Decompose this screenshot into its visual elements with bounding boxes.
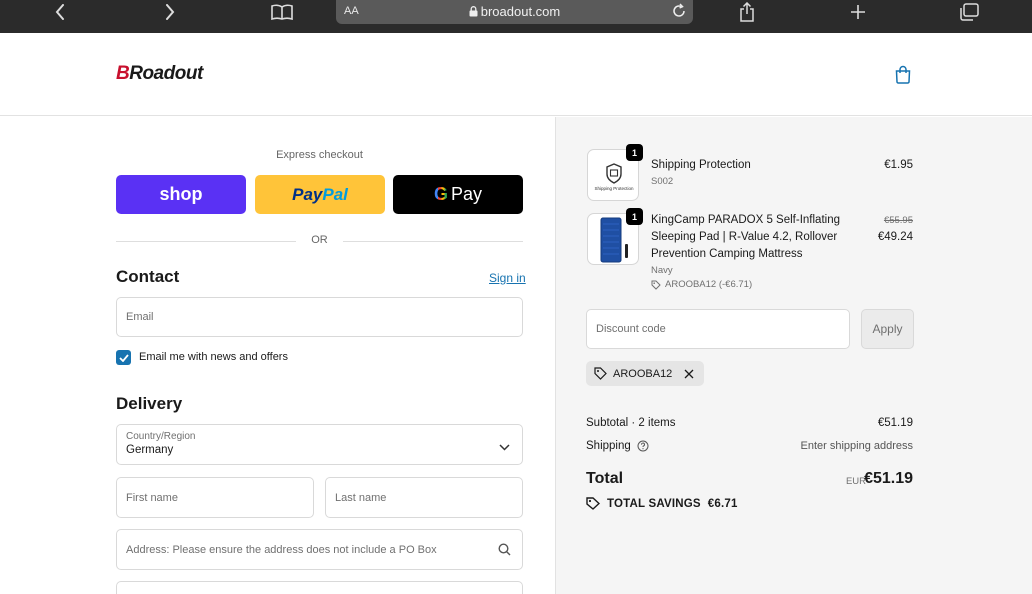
sign-in-link[interactable]: Sign in (489, 271, 526, 285)
chevron-right-icon[interactable] (160, 0, 180, 24)
thumb-caption: Shipping Protection (594, 186, 634, 191)
apartment-field[interactable] (116, 581, 523, 594)
express-checkout-label: Express checkout (276, 149, 363, 161)
share-icon[interactable] (737, 0, 757, 24)
chevron-left-icon[interactable] (50, 0, 70, 24)
total-label: Total (586, 470, 624, 487)
tag-icon (586, 497, 600, 510)
store-logo[interactable]: BRoadout (116, 63, 203, 85)
browser-toolbar: AA broadout.com (0, 0, 1032, 33)
plus-icon[interactable] (848, 0, 868, 24)
first-name-field[interactable]: First name (116, 477, 314, 518)
item-discount: AROOBA12 (-€6.71) (651, 279, 752, 290)
google-pay-button[interactable]: G Pay (393, 175, 523, 214)
divider-line-right (343, 241, 523, 242)
shipping-row: Shipping (586, 440, 649, 452)
logo-text: Roadout (129, 63, 203, 84)
newsletter-checkbox[interactable] (116, 350, 131, 365)
store-header: BRoadout (0, 33, 1032, 116)
quantity-badge: 1 (626, 144, 643, 161)
apply-button[interactable]: Apply (861, 309, 914, 349)
item-name-line-1: KingCamp PARADOX 5 Self-Inflating (651, 214, 840, 226)
address-field[interactable]: Address: Please ensure the address does … (116, 529, 523, 570)
paypal-label-part2: Pal (322, 184, 348, 204)
savings-value: €6.71 (707, 497, 738, 510)
item-original-price: €55.95 (883, 215, 913, 226)
total-savings: TOTAL SAVINGS €6.71 (586, 497, 738, 510)
item-price: €49.24 (877, 231, 913, 243)
tag-icon (651, 280, 661, 290)
reload-icon[interactable] (671, 3, 687, 24)
country-value: Germany (126, 444, 174, 456)
search-icon (498, 543, 511, 561)
total-value: €51.19 (864, 470, 913, 487)
chevron-down-icon (499, 438, 510, 456)
close-icon[interactable] (684, 369, 694, 379)
applied-discount-chip: AROOBA12 (586, 361, 705, 386)
shop-pay-button[interactable]: shop (116, 175, 246, 214)
last-name-placeholder: Last name (335, 491, 387, 504)
or-divider: OR (116, 234, 523, 248)
lock-icon (469, 5, 478, 20)
shipping-label: Shipping (586, 440, 631, 452)
country-label: Country/Region (126, 431, 196, 442)
help-icon[interactable] (637, 440, 649, 452)
or-text: OR (311, 234, 328, 246)
item-sku: S002 (651, 176, 674, 187)
country-select[interactable]: Country/Region Germany (116, 424, 523, 465)
item-variant: Navy (651, 265, 673, 276)
checkmark-icon (118, 353, 129, 362)
email-field[interactable]: Email (116, 297, 523, 337)
item-discount-text: AROOBA12 (-€6.71) (665, 279, 753, 290)
item-name-line-3: Prevention Camping Mattress (651, 248, 803, 260)
discount-placeholder: Discount code (596, 323, 666, 335)
subtotal-label: Subtotal · 2 items (586, 417, 676, 429)
applied-discount-code: AROOBA12 (613, 367, 673, 380)
tag-icon (594, 367, 607, 380)
checkout-form: Express checkout shop Pay Pal G Pay OR Con… (0, 117, 555, 594)
shopping-bag-icon[interactable] (894, 65, 912, 89)
currency-code: EUR (845, 476, 866, 487)
item-price: €1.95 (884, 159, 913, 171)
logo-initial: B (116, 63, 130, 84)
contact-title: Contact (116, 267, 180, 286)
newsletter-label: Email me with news and offers (139, 351, 288, 363)
discount-code-input[interactable]: Discount code (586, 309, 850, 349)
tabs-icon[interactable] (958, 0, 980, 24)
item-name: Shipping Protection (651, 159, 751, 171)
paypal-label-part1: Pay (292, 184, 323, 204)
address-placeholder: Address: Please ensure the address does … (126, 543, 437, 556)
email-placeholder: Email (126, 311, 154, 323)
url-display[interactable]: broadout.com (336, 4, 693, 20)
last-name-field[interactable]: Last name (325, 477, 523, 518)
url-text: broadout.com (480, 4, 561, 19)
book-icon[interactable] (270, 0, 294, 24)
item-name-line-2: Sleeping Pad | R-Value 4.2, Rollover (651, 231, 838, 243)
google-pay-label: Pay (450, 184, 483, 204)
quantity-badge: 1 (626, 208, 643, 225)
order-summary: Shipping Protection 1 Shipping Protectio… (555, 117, 1032, 594)
google-g-icon: G (433, 184, 448, 204)
first-name-placeholder: First name (126, 491, 178, 504)
savings-label: TOTAL SAVINGS (607, 497, 701, 510)
shipping-value: Enter shipping address (800, 440, 913, 452)
delivery-title: Delivery (116, 394, 183, 413)
paypal-button[interactable]: Pay Pal (255, 175, 385, 214)
address-bar[interactable]: AA broadout.com (336, 0, 693, 24)
shop-pay-label: shop (159, 184, 203, 204)
subtotal-value: €51.19 (877, 417, 913, 429)
